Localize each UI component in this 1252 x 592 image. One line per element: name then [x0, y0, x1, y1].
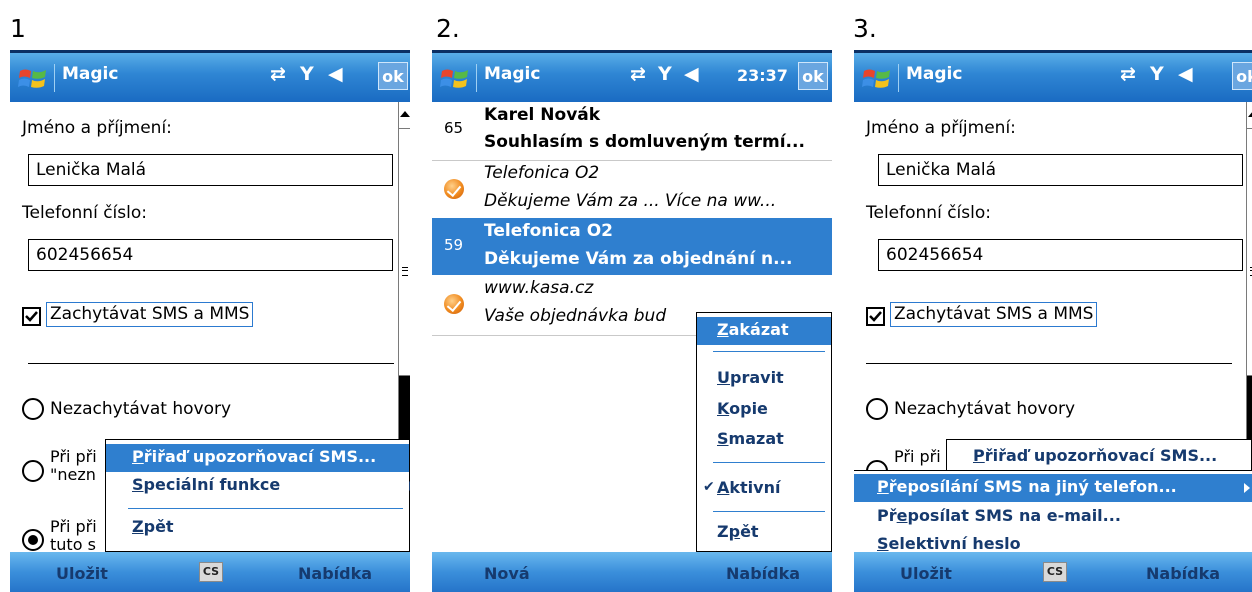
- app-title: Magic: [62, 64, 119, 84]
- windows-start-icon[interactable]: [862, 65, 892, 93]
- capture-checkbox[interactable]: [866, 307, 885, 326]
- menu-softkey[interactable]: Nabídka: [1146, 564, 1220, 583]
- context-menu: Zakázat Upravit Kopie Smazat ✔ Aktivní Z…: [696, 312, 832, 552]
- signal-icon[interactable]: Y: [658, 63, 672, 85]
- menu-item-assign-sms[interactable]: Přiřaď upozorňovací SMS...: [106, 444, 409, 472]
- radio-selected-label-1: Při při: [50, 517, 97, 536]
- volume-icon[interactable]: ◀: [684, 63, 699, 85]
- screen-2: Magic ⇄ Y ◀ 23:37 ok 65 Karel Novák Souh…: [432, 50, 832, 592]
- menu-item-edit[interactable]: Upravit: [697, 365, 831, 393]
- menu-item-back[interactable]: Zpět: [106, 514, 409, 542]
- submenu-item-forward-sms[interactable]: Přeposílání SMS na jiný telefon...: [854, 474, 1252, 502]
- scroll-up-icon[interactable]: [399, 102, 410, 129]
- app-title: Magic: [906, 64, 963, 84]
- capture-label[interactable]: Zachytávat SMS a MMS: [46, 302, 254, 327]
- radio-unknown-label-1: Při při: [894, 447, 941, 466]
- submenu-item-forward-email[interactable]: Přeposílat SMS na e-mail...: [854, 503, 1252, 531]
- menu-item-assign-sms[interactable]: Přiřaď upozorňovací SMS...: [947, 443, 1251, 471]
- panel-number-1: 1: [10, 14, 26, 43]
- connectivity-icon[interactable]: ⇄: [630, 63, 646, 85]
- submenu-arrow-icon: [1244, 483, 1250, 493]
- title-bar: Magic ⇄ Y ◀ ok: [854, 50, 1252, 102]
- save-softkey[interactable]: Uložit: [900, 564, 952, 583]
- title-bar: Magic ⇄ Y ◀ 23:37 ok: [432, 50, 832, 102]
- divider: [28, 363, 394, 364]
- signal-icon[interactable]: Y: [1150, 63, 1164, 85]
- checkmark-icon: ✔: [703, 479, 715, 495]
- radio-no-capture-label: Nezachytávat hovory: [894, 399, 1076, 419]
- volume-icon[interactable]: ◀: [1178, 63, 1193, 85]
- new-softkey[interactable]: Nová: [484, 564, 530, 583]
- divider: [866, 363, 1232, 364]
- popup-menu: Přiřaď upozorňovací SMS... Speciální fun…: [105, 439, 410, 552]
- windows-start-icon[interactable]: [18, 65, 48, 93]
- list-item[interactable]: 65 Karel Novák Souhlasím s domluveným te…: [432, 102, 832, 160]
- phone-field[interactable]: 602456654: [878, 239, 1243, 271]
- name-field[interactable]: Lenička Malá: [28, 154, 393, 186]
- menu-item-back[interactable]: Zpět: [697, 519, 831, 547]
- app-title: Magic: [484, 64, 541, 84]
- scroll-up-icon[interactable]: [1247, 102, 1252, 129]
- radio-no-capture[interactable]: [22, 398, 44, 420]
- softkey-bar: Nová Nabídka: [432, 552, 832, 592]
- ok-button[interactable]: ok: [378, 62, 408, 90]
- radio-unknown-label-1: Při při: [50, 447, 97, 466]
- phone-field[interactable]: 602456654: [28, 239, 393, 271]
- list-item-selected[interactable]: 59 Telefonica O2 Děkujeme Vám za objedná…: [432, 218, 832, 275]
- name-label: Jméno a příjmení:: [22, 118, 172, 138]
- o2-message-icon: [444, 179, 464, 199]
- scroll-thumb[interactable]: [399, 129, 410, 376]
- o2-message-icon: [444, 294, 464, 314]
- menu-item-copy[interactable]: Kopie: [697, 396, 831, 424]
- list-item[interactable]: Telefonica O2 Děkujeme Vám za ... Více n…: [432, 161, 832, 218]
- panel-number-2: 2.: [436, 14, 460, 43]
- phone-label: Telefonní číslo:: [866, 203, 991, 223]
- menu-item-disable[interactable]: Zakázat: [697, 317, 831, 345]
- connectivity-icon[interactable]: ⇄: [1120, 63, 1136, 85]
- radio-selected[interactable]: [22, 529, 44, 551]
- ok-button[interactable]: ok: [1232, 62, 1252, 90]
- name-field[interactable]: Lenička Malá: [878, 154, 1243, 186]
- save-softkey[interactable]: Uložit: [56, 564, 108, 583]
- name-label: Jméno a příjmení:: [866, 118, 1016, 138]
- radio-no-capture-label: Nezachytávat hovory: [50, 399, 232, 419]
- title-bar: Magic ⇄ Y ◀ ok: [10, 50, 410, 102]
- capture-label[interactable]: Zachytávat SMS a MMS: [890, 302, 1098, 327]
- ok-button[interactable]: ok: [798, 62, 828, 90]
- panel-number-3: 3.: [853, 14, 877, 43]
- volume-icon[interactable]: ◀: [328, 63, 343, 85]
- signal-icon[interactable]: Y: [300, 63, 314, 85]
- scroll-thumb[interactable]: [1247, 129, 1252, 376]
- softkey-bar: Uložit CS Nabídka: [10, 552, 410, 592]
- screen-1: Magic ⇄ Y ◀ ok Jméno a příjmení: Lenička…: [10, 50, 410, 592]
- menu-item-special-functions[interactable]: Speciální funkce: [106, 472, 410, 500]
- keyboard-input-icon[interactable]: CS: [1043, 562, 1067, 582]
- softkey-bar: Uložit CS Nabídka: [854, 552, 1252, 592]
- windows-start-icon[interactable]: [440, 65, 470, 93]
- submenu-arrow-icon: [409, 481, 410, 491]
- keyboard-input-icon[interactable]: CS: [199, 562, 223, 582]
- menu-softkey[interactable]: Nabídka: [298, 564, 372, 583]
- capture-checkbox[interactable]: [22, 307, 41, 326]
- connectivity-icon[interactable]: ⇄: [270, 63, 286, 85]
- clock[interactable]: 23:37: [737, 66, 788, 85]
- radio-unknown[interactable]: [22, 460, 44, 482]
- screen-3: Magic ⇄ Y ◀ ok Jméno a příjmení: Lenička…: [854, 50, 1252, 592]
- menu-item-active[interactable]: ✔ Aktivní: [697, 475, 831, 503]
- radio-unknown-label-2: "nezn: [50, 465, 96, 484]
- menu-softkey[interactable]: Nabídka: [726, 564, 800, 583]
- phone-label: Telefonní číslo:: [22, 203, 147, 223]
- radio-no-capture[interactable]: [866, 398, 888, 420]
- menu-item-delete[interactable]: Smazat: [697, 426, 831, 454]
